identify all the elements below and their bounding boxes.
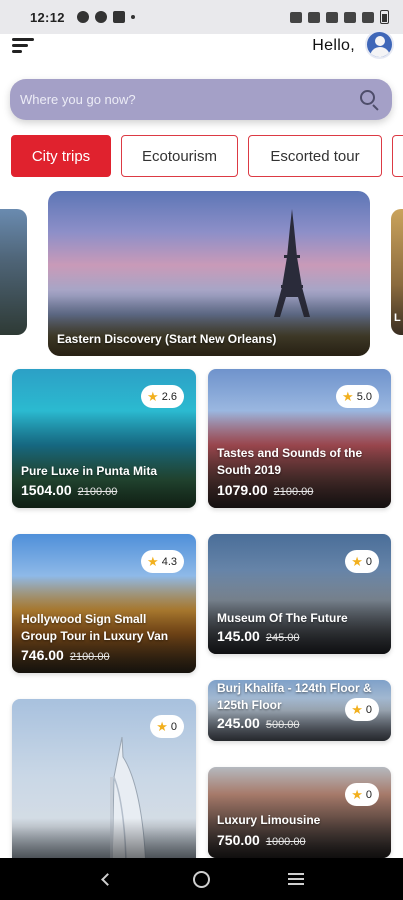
hero-card[interactable]: Eastern Discovery (Start New Orleans) <box>48 191 370 356</box>
tour-card[interactable]: ★ 0 Luxury Limousine 750.00 1000.00 <box>208 767 391 858</box>
tour-price: 1079.00 <box>217 482 268 498</box>
wifi-icon <box>326 11 338 23</box>
tour-price: 145.00 <box>217 628 260 644</box>
carousel-next-card[interactable]: L <box>391 209 403 335</box>
tour-prices: 1504.00 2100.00 <box>21 482 117 498</box>
star-icon: ★ <box>351 787 363 802</box>
tour-title: Burj Khalifa - 124th Floor & 125th Floor <box>217 681 372 712</box>
tour-title: Luxury Limousine <box>217 813 321 827</box>
hotspot-icon <box>308 11 320 23</box>
tour-price: 750.00 <box>217 832 260 848</box>
star-icon: ★ <box>351 554 363 569</box>
tour-old-price: 1000.00 <box>265 836 306 848</box>
star-icon: ★ <box>147 554 159 569</box>
tour-title: Hollywood Sign Small Group Tour in Luxur… <box>21 612 169 643</box>
greeting-text: Hello, <box>312 37 355 54</box>
tour-price: 746.00 <box>21 647 64 663</box>
notification-icon <box>112 11 125 23</box>
status-time: 12:12 <box>30 9 65 25</box>
system-icons <box>290 10 389 24</box>
more-notifications-icon <box>130 15 135 19</box>
tour-title: Museum Of The Future <box>217 611 348 625</box>
tour-card[interactable]: ★ 2.6 Pure Luxe in Punta Mita 1504.00 210… <box>12 369 196 508</box>
tour-card[interactable]: ★ 0 <box>12 699 196 869</box>
star-icon: ★ <box>342 389 354 404</box>
tour-title: Pure Luxe in Punta Mita <box>21 464 158 478</box>
rating-badge: ★ 0 <box>345 783 379 806</box>
recents-icon[interactable] <box>282 865 310 893</box>
search-input[interactable] <box>20 92 358 107</box>
avatar[interactable] <box>365 30 394 59</box>
tour-card[interactable]: ★ 4.3 Hollywood Sign Small Group Tour in … <box>12 534 196 673</box>
tour-price: 1504.00 <box>21 482 72 498</box>
rating-badge: ★ 4.3 <box>141 550 184 573</box>
category-chips: City trips Ecotourism Escorted tour <box>11 135 403 177</box>
notification-icon <box>94 11 107 23</box>
carousel-next-title: L <box>394 312 401 324</box>
signal-icon <box>362 11 374 23</box>
key-icon <box>290 11 302 23</box>
menu-icon[interactable] <box>12 36 38 56</box>
status-bar: 12:12 <box>0 0 403 34</box>
chip-next[interactable] <box>392 135 403 177</box>
tour-old-price: 2100.00 <box>77 486 118 498</box>
rating-badge: ★ 2.6 <box>141 385 184 408</box>
tour-old-price: 2100.00 <box>273 486 314 498</box>
tour-card[interactable]: ★ 5.0 Tastes and Sounds of the South 2019… <box>208 369 391 508</box>
chip-ecotourism[interactable]: Ecotourism <box>121 135 238 177</box>
chip-escorted-tour[interactable]: Escorted tour <box>248 135 382 177</box>
tour-old-price: 500.00 <box>265 719 300 731</box>
rating-badge: ★ 5.0 <box>336 385 379 408</box>
home-icon[interactable] <box>187 865 215 893</box>
chip-city-trips[interactable]: City trips <box>11 135 111 177</box>
tour-title: Tastes and Sounds of the South 2019 <box>217 446 363 477</box>
tour-prices: 750.00 1000.00 <box>217 832 306 848</box>
hero-title: Eastern Discovery (Start New Orleans) <box>57 332 277 346</box>
app-screen: 12:12 Hello, City trips Ecotouri <box>0 0 403 900</box>
rating-badge: ★ 0 <box>150 715 184 738</box>
back-icon[interactable] <box>93 865 121 893</box>
star-icon: ★ <box>147 389 159 404</box>
battery-icon <box>380 10 389 24</box>
tour-old-price: 245.00 <box>265 632 300 644</box>
notification-icon <box>76 11 89 23</box>
tour-card[interactable]: ★ 0 Burj Khalifa - 124th Floor & 125th Fl… <box>208 680 391 741</box>
tour-old-price: 2100.00 <box>69 651 110 663</box>
hero-shade <box>48 296 370 356</box>
tour-card[interactable]: ★ 0 Museum Of The Future 145.00 245.00 <box>208 534 391 654</box>
notification-icons <box>76 11 135 23</box>
star-icon: ★ <box>156 719 168 734</box>
search-bar <box>10 79 392 120</box>
system-navigation-bar <box>0 858 403 900</box>
tour-prices: 145.00 245.00 <box>217 628 299 644</box>
search-icon[interactable] <box>358 88 382 112</box>
carousel-prev-card[interactable] <box>0 209 27 335</box>
tour-prices: 245.00 500.00 <box>217 715 299 731</box>
signal-icon <box>344 11 356 23</box>
tour-prices: 746.00 2100.00 <box>21 647 110 663</box>
tour-prices: 1079.00 2100.00 <box>217 482 313 498</box>
tour-price: 245.00 <box>217 715 260 731</box>
rating-badge: ★ 0 <box>345 550 379 573</box>
